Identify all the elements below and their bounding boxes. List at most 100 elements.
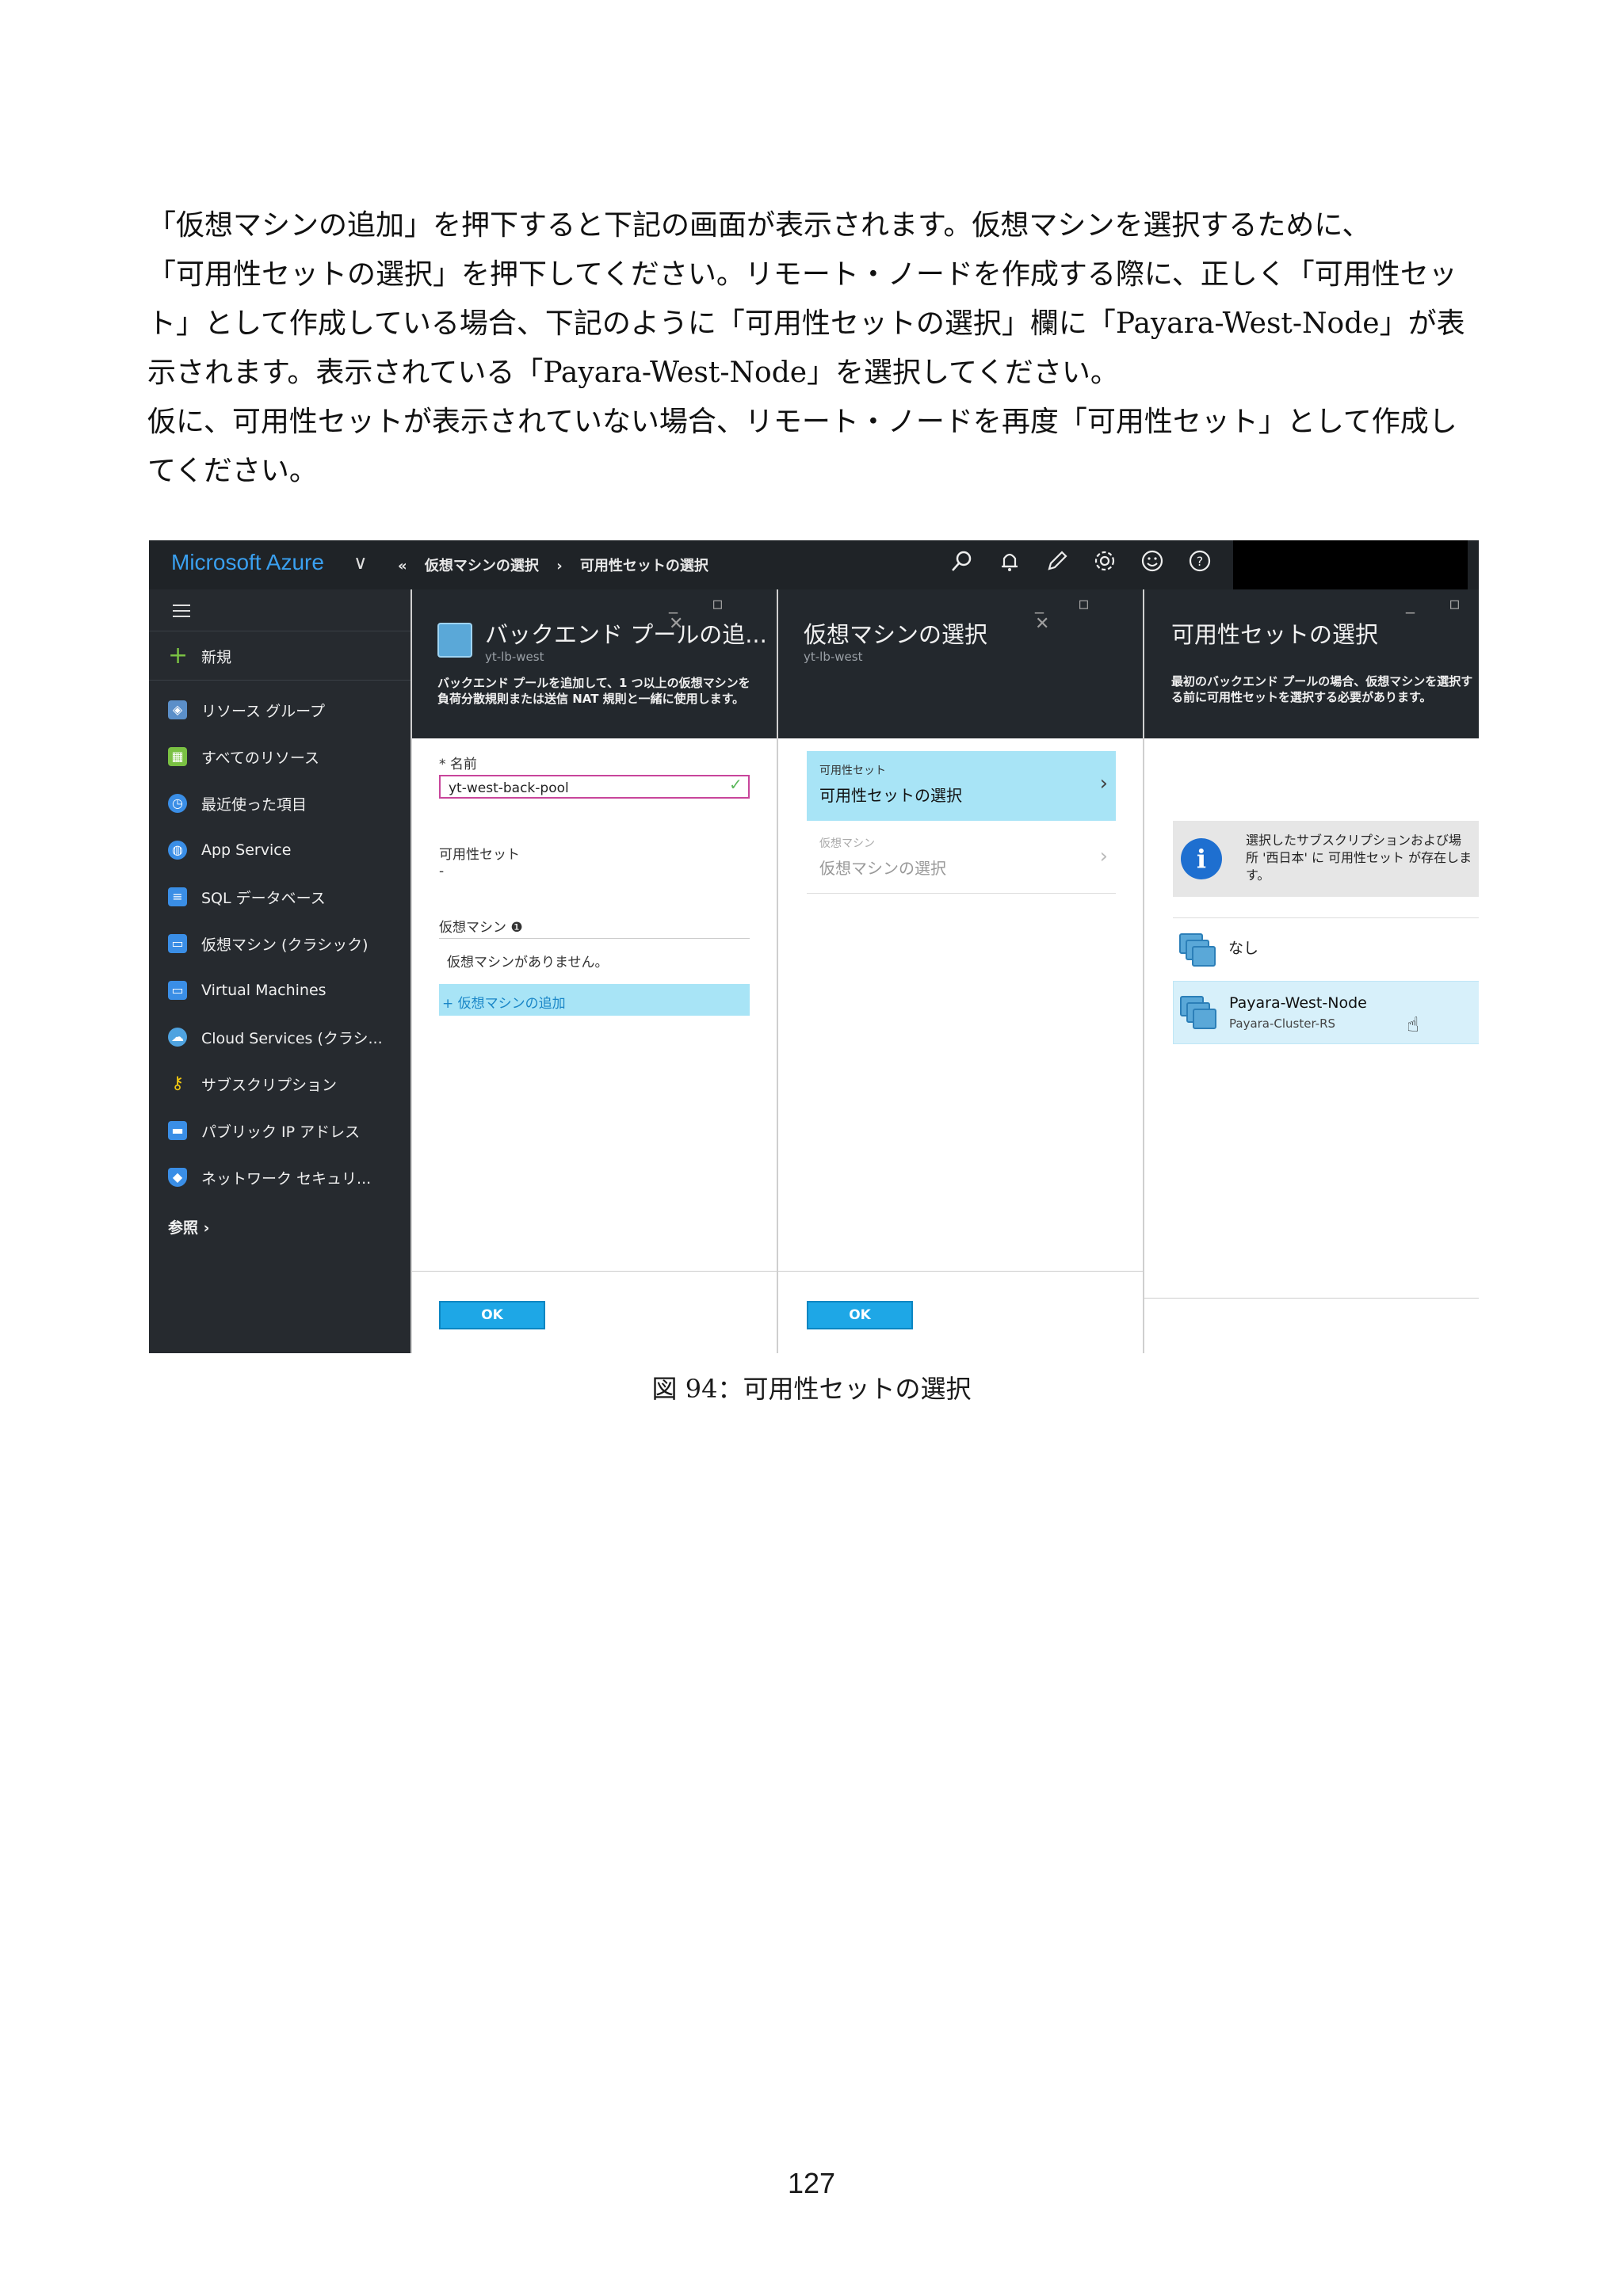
window-controls[interactable]: _ ▫ (1406, 594, 1475, 614)
vm-label: 仮想マシン ❶ (439, 920, 523, 936)
blade-subtitle: yt-lb-west (485, 650, 544, 664)
availset-label: 可用性セット (439, 847, 520, 863)
availset-item-payara[interactable]: Payara-West-Node Payara-Cluster-RS ☝ (1173, 981, 1479, 1044)
breadcrumb-separator: › (556, 558, 563, 574)
para-line: 仮に、可用性セットが表示されていない場合、リモート・ノードを再度「可用性セット」… (147, 406, 1457, 438)
item-label: なし (1228, 940, 1259, 957)
chevron-down-icon[interactable]: ∨ (353, 551, 368, 574)
info-text: 選択したサブスクリプションおよび場所 '西日本' に 可用性セット が存在します… (1246, 833, 1472, 883)
add-vm-button[interactable]: + 仮想マシンの追加 (439, 984, 750, 1016)
chevron-right-icon: › (1099, 772, 1108, 795)
ok-button[interactable]: OK (807, 1301, 913, 1329)
vm-select-row[interactable]: 仮想マシン 仮想マシンの選択 › (807, 824, 1116, 894)
name-field[interactable]: yt-west-back-pool (439, 775, 750, 799)
hamburger-icon[interactable] (173, 601, 190, 621)
sidebar-item-new[interactable]: + 新規 (168, 639, 231, 673)
blade-title: 可用性セットの選択 (1171, 621, 1379, 648)
sidebar: + 新規 ◈ リソース グループ ▦ すべてのリソース ◷ 最近使った項目 ◍ … (149, 589, 411, 1353)
blade-select-availset: _ ▫ 可用性セットの選択 最初のバックエンド プールの場合、仮想マシンを選択す… (1143, 589, 1479, 1353)
sidebar-item-all-resources[interactable]: ▦ すべてのリソース (168, 739, 319, 774)
figure-caption: 図 94：可用性セットの選択 (651, 1374, 972, 1404)
grid-icon: ▦ (168, 747, 187, 766)
sidebar-item-label: パブリック IP アドレス (201, 1123, 361, 1141)
availset-value: - (439, 864, 445, 879)
breadcrumb-item-vm-select[interactable]: 仮想マシンの選択 (425, 558, 539, 574)
sidebar-item-label: リソース グループ (201, 702, 325, 720)
blade-select-vm: _ ▫ ✕ 仮想マシンの選択 yt-lb-west 可用性セット 可用性セットの… (777, 589, 1144, 1353)
pencil-icon[interactable] (1040, 548, 1075, 583)
blade-add-backend-pool: _ ▫ ✕ バックエンド プールの追... yt-lb-west バックエンド … (411, 589, 778, 1353)
sidebar-item-label: すべてのリソース (201, 749, 319, 767)
sidebar-item-label: ネットワーク セキュリ... (201, 1169, 372, 1188)
blade-description: バックエンド プールを追加して、1 つ以上の仮想マシンを負荷分散規則または送信 … (437, 676, 750, 706)
svg-text:?: ? (1197, 554, 1204, 569)
sidebar-item-label: 最近使った項目 (201, 795, 307, 814)
availset-item-none[interactable]: なし (1173, 921, 1479, 978)
monitor-icon: ▭ (168, 981, 187, 1000)
sidebar-item-resource-groups[interactable]: ◈ リソース グループ (168, 692, 325, 727)
shield-icon: ◆ (168, 1168, 187, 1187)
pool-icon (437, 623, 472, 658)
sidebar-item-label: Virtual Machines (201, 982, 327, 999)
monitor-icon: ▭ (168, 934, 187, 953)
ip-icon: ▬ (168, 1121, 187, 1140)
para-line: てください。 (147, 455, 318, 487)
info-icon: i (1181, 838, 1222, 879)
row-small-label: 仮想マシン (819, 837, 875, 850)
blade-description: 最初のバックエンド プールの場合、仮想マシンを選択する前に可用性セットを選択する… (1171, 674, 1473, 704)
key-icon: ⚷ (170, 1074, 185, 1093)
intro-paragraph: 「仮想マシンの追加」を押下すると下記の画面が表示されます。仮想マシンを選択するた… (147, 201, 1479, 496)
sidebar-item-label: SQL データベース (201, 889, 326, 907)
ok-button[interactable]: OK (439, 1301, 545, 1329)
cloud-icon: ☁ (168, 1028, 187, 1047)
para-line: ト」として作成している場合、下記のように「可用性セットの選択」欄に「Payara… (147, 307, 1465, 340)
para-line: 「仮想マシンの追加」を押下すると下記の画面が表示されます。仮想マシンを選択するた… (147, 209, 1371, 242)
sidebar-item-label: App Service (201, 841, 292, 859)
check-icon: ✓ (729, 775, 743, 794)
redacted-account (1233, 540, 1468, 593)
plus-icon: + (168, 642, 189, 669)
name-label: * 名前 (439, 757, 477, 772)
page-number: 127 (787, 2167, 836, 2199)
sidebar-item-vm-classic[interactable]: ▭ 仮想マシン (クラシック) (168, 926, 369, 961)
sidebar-item-sql[interactable]: ≡ SQL データベース (168, 879, 326, 914)
sidebar-item-subscriptions[interactable]: ⚷ サブスクリプション (168, 1066, 337, 1101)
search-icon[interactable] (945, 548, 980, 583)
sidebar-item-label: 仮想マシン (クラシック) (201, 936, 369, 954)
sidebar-item-recent[interactable]: ◷ 最近使った項目 (168, 786, 307, 821)
add-vm-label: + 仮想マシンの追加 (442, 996, 566, 1012)
breadcrumb-item-availset[interactable]: 可用性セットの選択 (580, 558, 708, 574)
cube-icon: ◈ (168, 700, 187, 719)
row-small-label: 可用性セット (819, 765, 886, 777)
blade-title: 仮想マシンの選択 (804, 621, 988, 648)
vm-empty-text: 仮想マシンがありません。 (447, 955, 609, 971)
gear-icon[interactable] (1087, 548, 1122, 583)
brand-logo[interactable]: Microsoft Azure (171, 550, 324, 575)
smiley-icon[interactable] (1135, 548, 1170, 583)
availability-set-icon (1180, 996, 1216, 1029)
bell-icon[interactable] (992, 548, 1027, 583)
info-box: i 選択したサブスクリプションおよび場所 '西日本' に 可用性セット が存在し… (1173, 821, 1479, 897)
availability-set-icon (1179, 933, 1216, 967)
top-bar: Microsoft Azure ∨ « 仮想マシンの選択 › 可用性セットの選択… (149, 540, 1479, 593)
sidebar-more[interactable]: 参照 › (168, 1209, 209, 1244)
breadcrumb: « 仮想マシンの選択 › 可用性セットの選択 (398, 555, 721, 575)
sidebar-item-label: サブスクリプション (201, 1076, 338, 1094)
item-sub: Payara-Cluster-RS (1229, 1016, 1336, 1031)
sidebar-item-public-ip[interactable]: ▬ パブリック IP アドレス (168, 1113, 360, 1148)
sidebar-item-vms[interactable]: ▭ Virtual Machines (168, 973, 327, 1008)
clock-icon: ◷ (168, 794, 187, 813)
database-icon: ≡ (168, 887, 187, 906)
blade-header: _ ▫ 可用性セットの選択 最初のバックエンド プールの場合、仮想マシンを選択す… (1144, 589, 1479, 738)
sidebar-item-app-service[interactable]: ◍ App Service (168, 833, 291, 868)
row-main-label: 可用性セットの選択 (819, 786, 962, 805)
window-controls[interactable]: _ ▫ ✕ (1035, 594, 1144, 634)
sidebar-item-cloud-services[interactable]: ☁ Cloud Services (クラシ... (168, 1020, 383, 1055)
sidebar-more-label: 参照 › (168, 1219, 210, 1237)
availset-select-row[interactable]: 可用性セット 可用性セットの選択 › (807, 751, 1116, 821)
collapse-icon[interactable]: « (398, 558, 407, 574)
help-icon[interactable]: ? (1182, 548, 1217, 583)
sidebar-item-nsg[interactable]: ◆ ネットワーク セキュリ... (168, 1160, 371, 1195)
blade-header: _ ▫ ✕ バックエンド プールの追... yt-lb-west バックエンド … (412, 589, 778, 738)
hand-cursor-icon: ☝ (1407, 1013, 1419, 1037)
